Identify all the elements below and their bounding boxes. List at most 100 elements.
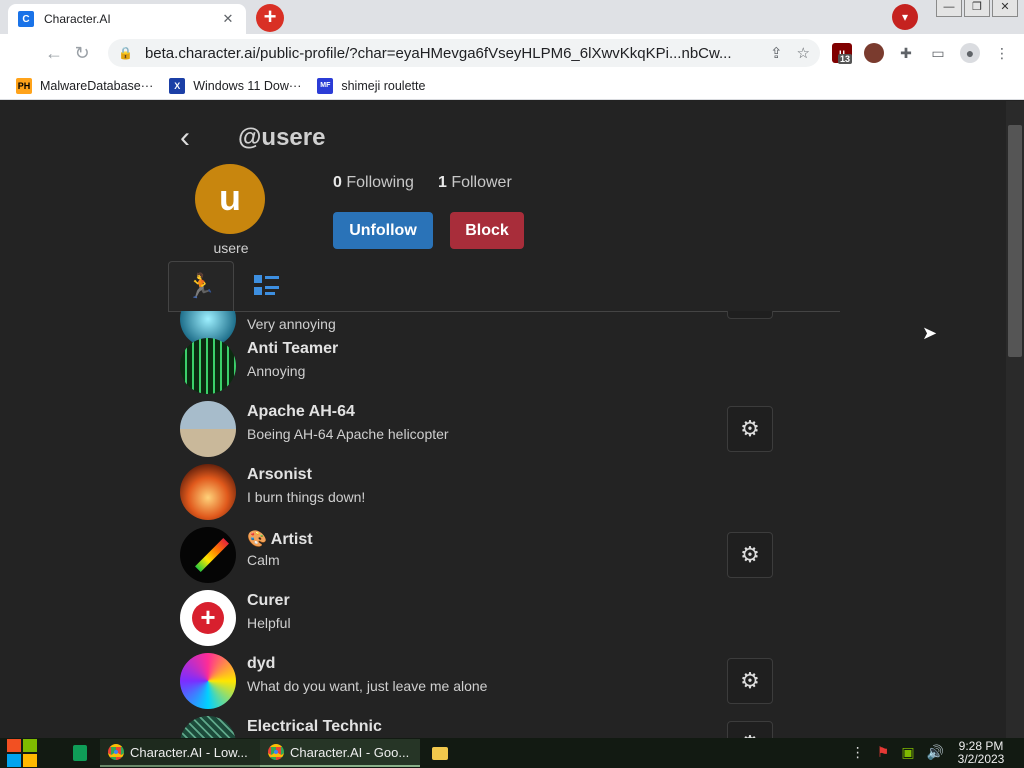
tab-list[interactable] xyxy=(234,261,300,311)
list-item[interactable]: dyd What do you want, just leave me alon… xyxy=(180,653,780,716)
bookmark-item[interactable]: X Windows 11 Dow··· xyxy=(169,77,301,94)
chrome-icon xyxy=(268,744,284,760)
character-avatar: + xyxy=(180,590,236,646)
extensions-puzzle-icon[interactable]: ✚ xyxy=(896,43,916,63)
followers-count: 1 xyxy=(437,174,447,191)
unfollow-button[interactable]: Unfollow xyxy=(333,212,433,249)
sheets-app-icon[interactable] xyxy=(60,745,100,761)
character-description: Very annoying xyxy=(247,316,336,332)
bookmark-item[interactable]: PH MalwareDatabase··· xyxy=(16,77,154,94)
bookmark-item[interactable]: MF shimeji roulette xyxy=(317,77,425,94)
character-name: 🎨 Artist xyxy=(247,531,313,548)
profile-extension-icon[interactable] xyxy=(864,43,884,63)
tray-overflow-icon[interactable]: ⋮ xyxy=(851,744,865,761)
side-panel-icon[interactable]: ▭ xyxy=(928,43,948,63)
character-name: dyd xyxy=(247,655,276,672)
bookmark-star-icon[interactable]: ☆ xyxy=(797,44,810,62)
profile-page: ‹ @usere u usere 0 Following 1 Follower … xyxy=(0,101,1024,738)
system-tray: ⋮ ⚑ ▣ 🔊 xyxy=(851,744,944,761)
list-item[interactable]: Anti Teamer Annoying xyxy=(180,338,780,401)
ublock-count-badge: 13 xyxy=(838,54,853,64)
list-icon xyxy=(254,275,279,295)
back-chevron-icon[interactable]: ‹ xyxy=(180,123,210,153)
volume-icon[interactable]: 🔊 xyxy=(927,744,944,761)
avatar: u xyxy=(195,164,265,234)
restore-button[interactable]: ❐ xyxy=(964,0,990,17)
character-description: Calm xyxy=(247,552,280,568)
list-item[interactable]: Electrical Technic ⚙ xyxy=(180,716,780,738)
scrollbar-thumb[interactable] xyxy=(1008,125,1022,357)
account-avatar-icon[interactable]: ● xyxy=(960,43,980,63)
character-figure-icon: 🏃 xyxy=(186,273,216,300)
tab-close-icon[interactable]: ✕ xyxy=(220,11,236,27)
settings-gear-icon[interactable]: ⚙ xyxy=(727,532,773,578)
block-button[interactable]: Block xyxy=(450,212,524,249)
character-avatar xyxy=(180,338,236,394)
settings-gear-icon[interactable]: ⚙ xyxy=(727,311,773,319)
settings-gear-icon[interactable]: ⚙ xyxy=(727,721,773,738)
address-bar[interactable]: 🔒 beta.character.ai/public-profile/?char… xyxy=(108,39,820,67)
system-clock[interactable]: 9:28 PM 3/2/2023 xyxy=(946,740,1016,766)
tab-title: Character.AI xyxy=(44,12,111,26)
character-description: I burn things down! xyxy=(247,489,366,505)
taskbar-app-chrome-1[interactable]: Character.AI - Low... xyxy=(100,739,260,767)
settings-gear-icon[interactable]: ⚙ xyxy=(727,406,773,452)
clock-date: 3/2/2023 xyxy=(957,752,1005,766)
windows-logo-icon xyxy=(7,739,37,767)
character-description: What do you want, just leave me alone xyxy=(247,678,488,694)
page-scrollbar[interactable] xyxy=(1006,101,1024,738)
minimize-button[interactable]: — xyxy=(936,0,962,17)
reload-icon[interactable]: ↻ xyxy=(68,39,96,67)
share-icon[interactable]: ⇪ xyxy=(770,44,783,62)
character-avatar xyxy=(180,716,236,738)
browser-toolbar: ← ↻ 🔒 beta.character.ai/public-profile/?… xyxy=(0,34,1024,72)
character-avatar xyxy=(180,401,236,457)
new-tab-button[interactable]: + xyxy=(256,4,284,32)
taskbar-app-label: Character.AI - Goo... xyxy=(290,744,410,760)
x-favicon-icon: X xyxy=(169,77,186,94)
taskbar-app-chrome-2[interactable]: Character.AI - Goo... xyxy=(260,739,420,767)
ublock-extension-icon[interactable]: u 13 xyxy=(832,43,853,64)
character-list: Very annoying ⚙ Anti Teamer Annoying Apa… xyxy=(180,311,780,738)
list-item[interactable]: Arsonist I burn things down! xyxy=(180,464,780,527)
bookmark-label: MalwareDatabase··· xyxy=(40,78,154,93)
profile-tabs: 🏃 xyxy=(168,261,840,312)
character-description: Helpful xyxy=(247,615,291,631)
profile-handle: @usere xyxy=(238,124,326,151)
profile-avatar-block: u usere xyxy=(195,164,267,256)
following-label: Following xyxy=(346,174,414,191)
following-count: 0 xyxy=(333,174,342,191)
list-item[interactable]: Apache AH-64 Boeing AH-64 Apache helicop… xyxy=(180,401,780,464)
followers-label: Follower xyxy=(451,174,512,191)
shimeji-favicon-icon: MF xyxy=(317,77,334,94)
network-icon[interactable]: ▣ xyxy=(901,744,914,761)
tab-search-chevron-icon[interactable]: ▾ xyxy=(892,4,918,30)
follow-stats: 0 Following 1 Follower xyxy=(333,174,512,192)
character-name: Arsonist xyxy=(247,466,312,483)
browser-tab[interactable]: C Character.AI ✕ xyxy=(8,4,246,34)
lock-icon[interactable]: 🔒 xyxy=(118,46,133,60)
pornhub-favicon-icon: PH xyxy=(16,77,32,94)
back-arrow-icon[interactable]: ← xyxy=(40,39,68,67)
file-explorer-icon[interactable] xyxy=(420,746,460,760)
list-item[interactable]: 🎨 Artist Calm ⚙ xyxy=(180,527,780,590)
url-text[interactable]: beta.character.ai/public-profile/?char=e… xyxy=(145,45,756,62)
following-stat[interactable]: 0 Following xyxy=(333,174,414,192)
character-avatar xyxy=(180,653,236,709)
character-description: Annoying xyxy=(247,363,306,379)
character-name: Apache AH-64 xyxy=(247,403,355,420)
close-window-button[interactable]: ✕ xyxy=(992,0,1018,17)
taskbar-app-label: Character.AI - Low... xyxy=(130,744,248,760)
character-avatar xyxy=(180,527,236,583)
more-menu-icon[interactable]: ⋮ xyxy=(992,43,1012,63)
mouse-cursor-icon: ➤ xyxy=(922,323,938,343)
tab-characters[interactable]: 🏃 xyxy=(168,261,234,311)
start-button[interactable] xyxy=(0,738,44,768)
list-item[interactable]: + Curer Helpful xyxy=(180,590,780,653)
character-name: Curer xyxy=(247,592,290,609)
settings-gear-icon[interactable]: ⚙ xyxy=(727,658,773,704)
followers-stat[interactable]: 1 Follower xyxy=(438,174,512,192)
flag-icon[interactable]: ⚑ xyxy=(877,744,890,761)
browser-tab-strip: C Character.AI ✕ + ▾ — ❐ ✕ xyxy=(0,0,1024,34)
character-description: Boeing AH-64 Apache helicopter xyxy=(247,426,449,442)
